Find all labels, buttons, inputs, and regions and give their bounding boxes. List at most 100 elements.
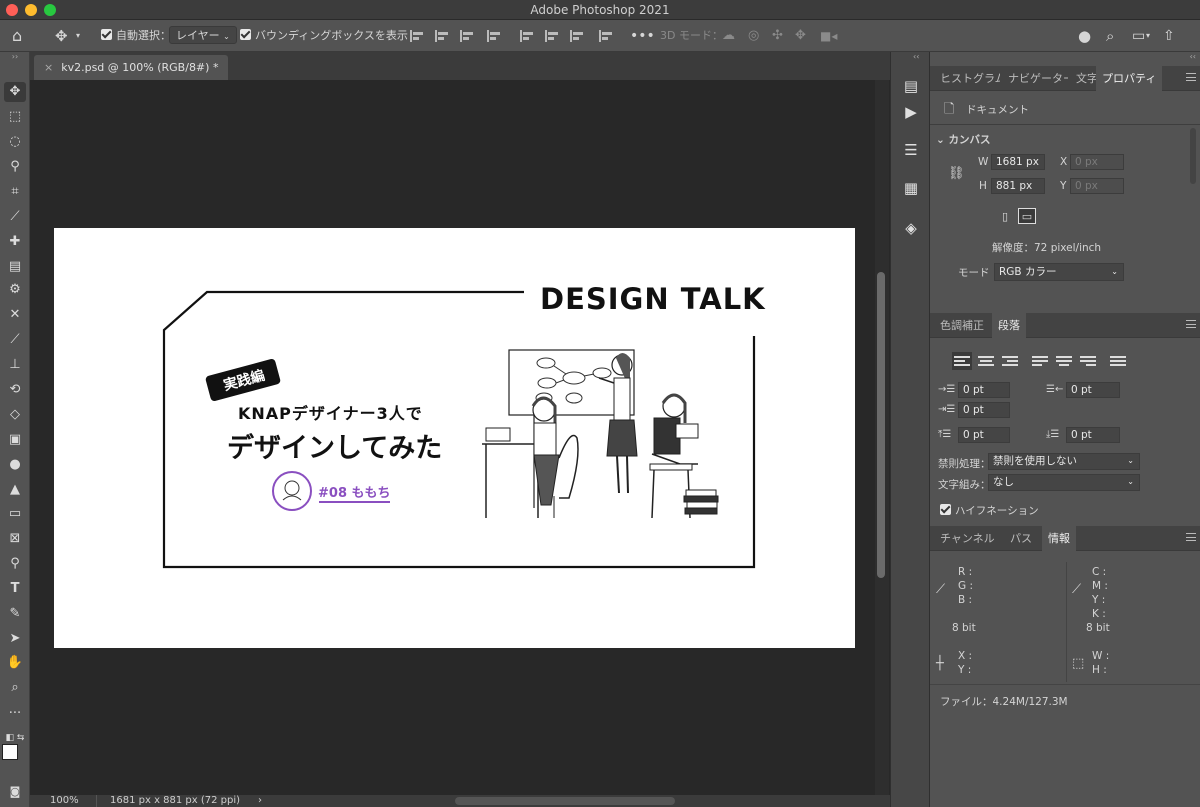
zoom-magnify-icon[interactable]: ⚲ bbox=[4, 554, 26, 574]
home-icon[interactable]: ⌂ bbox=[12, 26, 22, 46]
justify-right-icon[interactable] bbox=[1080, 354, 1096, 368]
align-left-icon[interactable] bbox=[410, 30, 424, 42]
chevron-down-icon[interactable]: ▾ bbox=[76, 26, 80, 46]
collapse-icon[interactable]: ‹‹ bbox=[1190, 52, 1196, 61]
hyphenation-checkbox[interactable]: ハイフネーション bbox=[940, 503, 1039, 518]
tab-info[interactable]: 情報 bbox=[1042, 526, 1076, 551]
link-icon[interactable]: ⛓ bbox=[948, 166, 965, 181]
indent-first-line-field[interactable]: 0 pt bbox=[958, 402, 1010, 418]
landscape-orientation-icon[interactable]: ▭ bbox=[1018, 208, 1036, 224]
type-tool-icon[interactable]: T bbox=[4, 579, 26, 599]
align-middle-icon[interactable] bbox=[545, 30, 559, 42]
horizontal-scrollbar-thumb[interactable] bbox=[455, 797, 675, 805]
brush-settings-icon[interactable]: ☰ bbox=[899, 138, 923, 162]
indent-right-field[interactable]: 0 pt bbox=[1066, 382, 1120, 398]
space-before-field[interactable]: 0 pt bbox=[958, 427, 1010, 443]
tab-histogram[interactable]: ヒストグラム bbox=[934, 66, 1000, 91]
path-selection-icon[interactable]: ➤ bbox=[4, 629, 26, 649]
tab-adjustments[interactable]: 色調補正 bbox=[934, 313, 990, 338]
hand-tool-icon[interactable]: ✋ bbox=[4, 653, 26, 673]
frame-tool-icon[interactable]: ⚙ bbox=[4, 280, 26, 300]
align-right-text-icon[interactable] bbox=[1002, 354, 1018, 368]
history-panel-icon[interactable]: ▤ bbox=[899, 74, 923, 98]
tab-paragraph[interactable]: 段落 bbox=[992, 313, 1026, 338]
panel-scrollbar[interactable] bbox=[1190, 128, 1196, 184]
portrait-orientation-icon[interactable]: ▯ bbox=[996, 209, 1014, 225]
panel-menu-icon[interactable] bbox=[1186, 73, 1196, 81]
x-field[interactable]: 0 px bbox=[1070, 154, 1124, 170]
auto-select-checkbox[interactable]: 自動選択： bbox=[101, 26, 171, 46]
kinsoku-select[interactable]: 禁則を使用しない ⌄ bbox=[988, 453, 1140, 470]
artboard-canvas[interactable]: DESIGN TALK 実践編 KNAPデザイナー3人で デザインしてみた #0… bbox=[54, 228, 855, 648]
bounding-box-checkbox[interactable]: バウンディングボックスを表示 bbox=[240, 26, 408, 46]
chevron-down-icon[interactable]: ▾ bbox=[1146, 26, 1150, 46]
glyphs-panel-icon[interactable]: ▦ bbox=[899, 176, 923, 200]
sharpen-tool-icon[interactable]: ▲ bbox=[4, 480, 26, 500]
move-tool-icon[interactable]: ✥ bbox=[4, 82, 26, 102]
tab-channels[interactable]: チャンネル bbox=[934, 526, 1001, 551]
history-brush-icon[interactable]: ⟲ bbox=[4, 380, 26, 400]
tab-navigator[interactable]: ナビゲーター bbox=[1002, 66, 1068, 91]
pen-tool-icon[interactable]: ✎ bbox=[4, 604, 26, 624]
search-icon[interactable]: ⌕ bbox=[1106, 26, 1114, 46]
panel-menu-icon[interactable] bbox=[1186, 320, 1196, 328]
tab-paths[interactable]: パス bbox=[1004, 526, 1038, 551]
more-tools-icon[interactable]: ··· bbox=[4, 704, 26, 724]
align-bottom-icon[interactable] bbox=[570, 30, 584, 42]
justify-left-icon[interactable] bbox=[1032, 354, 1048, 368]
scrollbar-thumb[interactable] bbox=[877, 272, 885, 578]
justify-all-icon[interactable] bbox=[1110, 354, 1126, 368]
more-options-icon[interactable]: ••• bbox=[630, 26, 655, 46]
auto-select-dropdown[interactable]: レイヤー ⌄ bbox=[169, 26, 237, 46]
content-move-icon[interactable]: ✕ bbox=[4, 305, 26, 325]
3d-pan-icon: ✣ bbox=[772, 28, 783, 43]
eraser-tool-icon[interactable]: ◇ bbox=[4, 405, 26, 425]
layers-panel-icon[interactable]: ◈ bbox=[899, 216, 923, 240]
width-field[interactable]: 1681 px bbox=[991, 154, 1045, 170]
canvas-section-header[interactable]: ⌄ カンバス bbox=[936, 132, 990, 147]
move-tool-icon[interactable]: ✥ bbox=[55, 26, 68, 46]
mode-select[interactable]: RGB カラー ⌄ bbox=[994, 263, 1124, 281]
indent-left-field[interactable]: 0 pt bbox=[958, 382, 1010, 398]
collapse-icon[interactable]: ›› bbox=[4, 52, 26, 62]
frame-box-icon[interactable]: ⊠ bbox=[4, 529, 26, 549]
stamp-tool-icon[interactable]: ⊥ bbox=[4, 355, 26, 375]
rectangle-tool-icon[interactable]: ▭ bbox=[4, 504, 26, 524]
align-center-icon[interactable] bbox=[435, 30, 449, 42]
tab-properties[interactable]: プロパティ bbox=[1096, 66, 1163, 91]
marquee-tool-icon[interactable]: ⬚ bbox=[4, 107, 26, 127]
quick-selection-icon[interactable]: ⚲ bbox=[4, 157, 26, 177]
chevron-right-icon[interactable]: › bbox=[258, 795, 262, 807]
justify-center-icon[interactable] bbox=[1056, 354, 1072, 368]
height-field[interactable]: 881 px bbox=[991, 178, 1045, 194]
align-center-text-icon[interactable] bbox=[978, 354, 994, 368]
eyedropper-tool-icon[interactable]: ⟋ bbox=[4, 207, 26, 227]
zoom-level[interactable]: 100% bbox=[50, 795, 79, 807]
space-after-field[interactable]: 0 pt bbox=[1066, 427, 1120, 443]
mojikumi-select[interactable]: なし ⌄ bbox=[988, 474, 1140, 491]
share-icon[interactable]: ⇧ bbox=[1163, 26, 1175, 46]
align-left-text-icon[interactable] bbox=[952, 352, 972, 370]
y-field[interactable]: 0 px bbox=[1070, 178, 1124, 194]
distribute-vertical-icon[interactable] bbox=[599, 30, 613, 42]
gradient-tool-icon[interactable]: ▣ bbox=[4, 430, 26, 450]
healing-brush-icon[interactable]: ✚ bbox=[4, 232, 26, 252]
zoom-tool-icon[interactable]: ⌕ bbox=[4, 678, 26, 698]
foreground-color-swatch[interactable] bbox=[2, 744, 18, 760]
close-tab-icon[interactable]: × bbox=[44, 61, 53, 74]
brush-tool-icon[interactable]: ⟋ bbox=[4, 330, 26, 350]
align-distribute-icon[interactable] bbox=[487, 30, 501, 42]
crop-tool-icon[interactable]: ⌗ bbox=[4, 182, 26, 202]
lasso-tool-icon[interactable]: ◌ bbox=[4, 132, 26, 152]
user-search-icon[interactable]: ● bbox=[1078, 26, 1091, 46]
patch-tool-icon[interactable]: ▤ bbox=[4, 257, 26, 277]
workspace-icon[interactable]: ▭ bbox=[1132, 26, 1145, 46]
document-tab[interactable]: × kv2.psd @ 100% (RGB/8#) * bbox=[34, 55, 229, 80]
blur-tool-icon[interactable]: ● bbox=[4, 455, 26, 475]
quick-mask-icon[interactable]: ◙ bbox=[4, 782, 26, 802]
actions-play-icon[interactable]: ▶ bbox=[899, 100, 923, 124]
collapse-icon[interactable]: ‹‹ bbox=[913, 52, 919, 61]
align-right-icon[interactable] bbox=[460, 30, 474, 42]
align-top-icon[interactable] bbox=[520, 30, 534, 42]
panel-menu-icon[interactable] bbox=[1186, 533, 1196, 541]
